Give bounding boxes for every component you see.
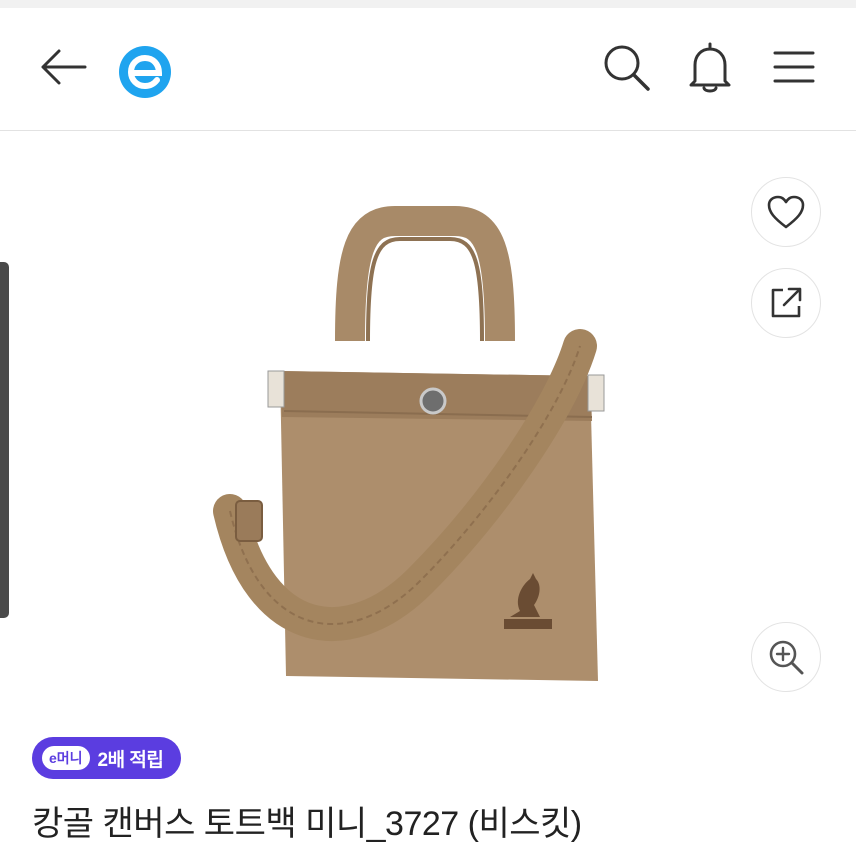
home-logo[interactable] xyxy=(116,43,174,101)
zoom-in-icon xyxy=(769,640,804,675)
top-strip xyxy=(0,0,856,8)
heart-icon xyxy=(767,195,805,229)
notifications-button[interactable] xyxy=(682,39,738,95)
menu-button[interactable] xyxy=(766,39,822,95)
arrow-left-icon xyxy=(41,49,87,85)
emoney-reward-badge: e머니 2배 적립 xyxy=(32,737,182,779)
wishlist-button[interactable] xyxy=(751,177,821,247)
share-button[interactable] xyxy=(751,268,821,338)
reward-text: 2배 적립 xyxy=(97,749,164,771)
back-button[interactable] xyxy=(34,39,90,95)
product-image-area[interactable] xyxy=(0,131,856,731)
product-title: 캉골 캔버스 토트백 미니_3727 (비스킷) xyxy=(32,805,582,843)
zoom-button[interactable] xyxy=(751,622,821,692)
emoney-pill: e머니 xyxy=(42,746,90,770)
search-button[interactable] xyxy=(598,39,654,95)
header xyxy=(0,8,856,131)
hamburger-menu-icon xyxy=(773,51,815,83)
e-logo-icon xyxy=(119,46,171,98)
search-icon xyxy=(604,45,650,91)
share-icon xyxy=(771,287,802,318)
tote-bag-image xyxy=(213,206,605,681)
side-scroll-handle[interactable] xyxy=(0,262,9,618)
bell-icon xyxy=(689,42,731,93)
